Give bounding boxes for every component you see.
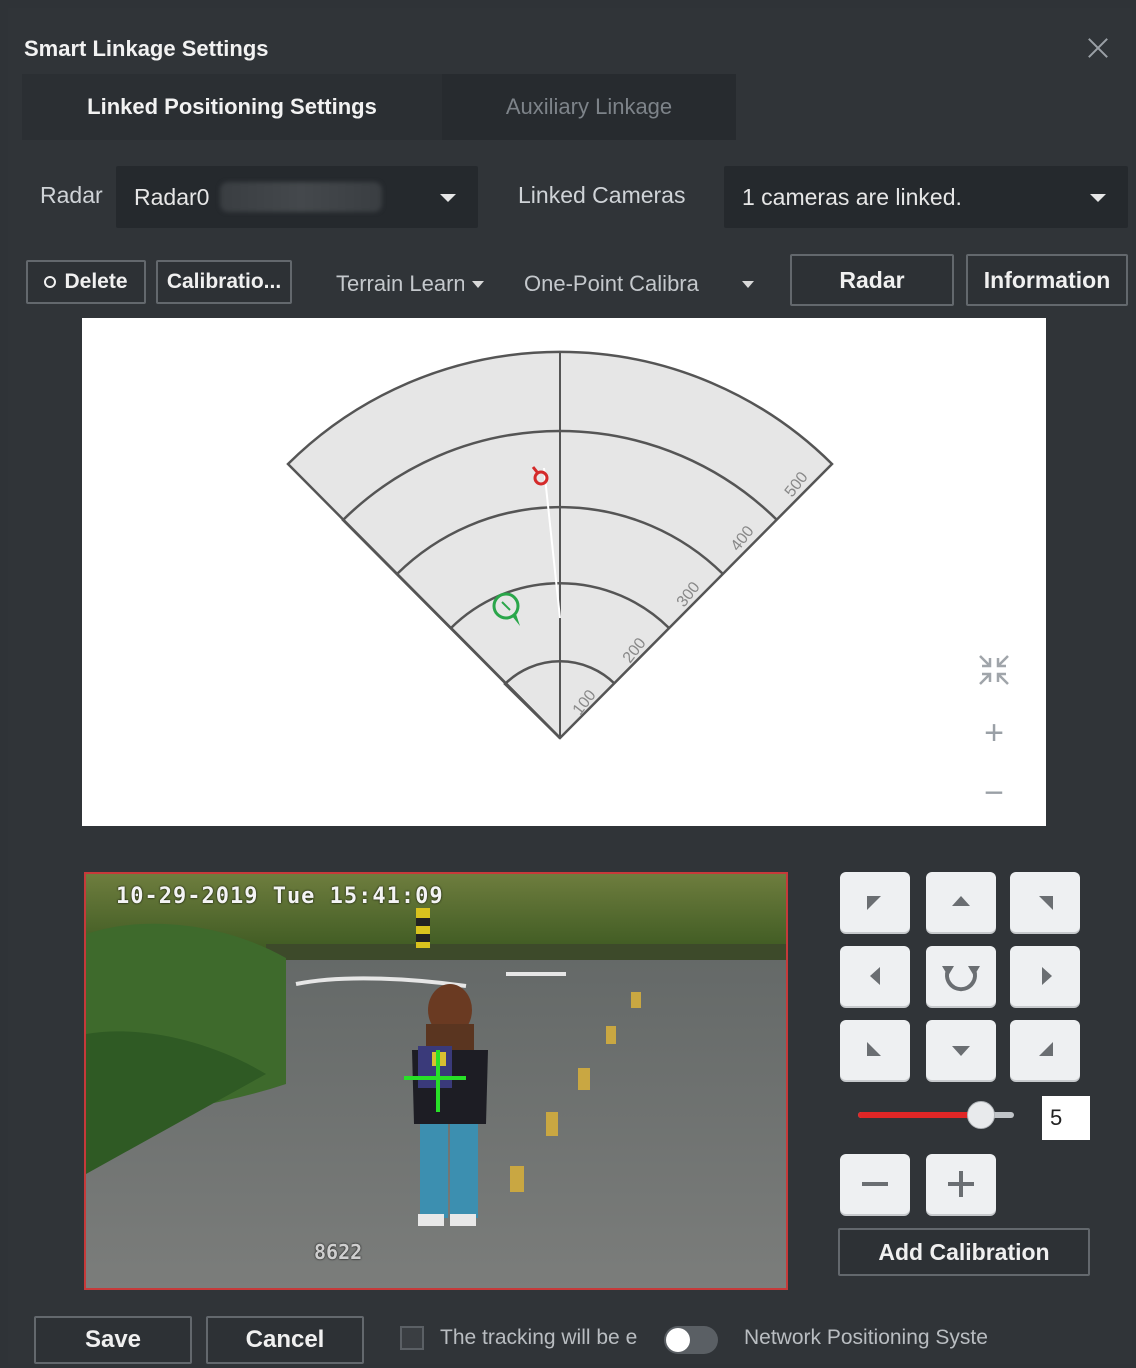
speed-value-field[interactable]: 5 (1042, 1096, 1090, 1140)
information-button[interactable]: Information (966, 254, 1128, 306)
add-calibration-button[interactable]: Add Calibration (838, 1228, 1090, 1276)
ptz-down-left-button[interactable] (840, 1020, 910, 1080)
tracking-label: The tracking will be e (440, 1326, 638, 1349)
smart-linkage-dialog: Smart Linkage Settings Linked Positionin… (8, 8, 1132, 1364)
radar-fan-graphic: 100 200 300 400 500 (286, 350, 834, 740)
slider-fill (858, 1112, 980, 1118)
ptz-up-right-button[interactable] (1010, 872, 1080, 932)
rotate-icon (942, 966, 980, 992)
toggle-knob (666, 1328, 690, 1352)
radar-map[interactable]: 100 200 300 400 500 + − (82, 318, 1046, 826)
linked-cameras-label: Linked Cameras (518, 182, 686, 208)
radar-select[interactable]: Radar0 (116, 166, 478, 228)
arrow-down-icon (952, 1046, 970, 1056)
dialog-title: Smart Linkage Settings (24, 36, 269, 61)
save-button[interactable]: Save (34, 1316, 192, 1364)
arrow-down-left-icon (867, 1042, 881, 1056)
one-point-calibration-dropdown[interactable]: One-Point Calibra (524, 270, 754, 297)
zoom-out-icon[interactable]: − (974, 774, 1014, 813)
camera-scene (86, 874, 786, 1288)
radar-select-value: Radar0 (134, 184, 210, 210)
ptz-up-button[interactable] (926, 872, 996, 932)
arrow-up-left-icon (867, 896, 881, 910)
ptz-right-button[interactable] (1010, 946, 1080, 1006)
live-video-view[interactable]: 10-29-2019 Tue 15:41:09 8622 (84, 872, 788, 1290)
zoom-in-button[interactable] (926, 1154, 996, 1214)
arrow-down-right-icon (1039, 1042, 1053, 1056)
tab-linked-positioning[interactable]: Linked Positioning Settings (22, 74, 442, 140)
radar-label: Radar (40, 182, 103, 208)
zoom-out-button[interactable] (840, 1154, 910, 1214)
chevron-down-icon (742, 280, 754, 288)
network-positioning-toggle[interactable] (664, 1326, 718, 1354)
one-point-calibration-label: One-Point Calibra (524, 271, 699, 297)
linked-cameras-value: 1 cameras are linked. (742, 184, 962, 210)
calibration-button[interactable]: Calibratio... (156, 260, 292, 304)
delete-icon (44, 276, 57, 289)
chevron-down-icon (472, 280, 484, 288)
ptz-auto-scan-button[interactable] (926, 946, 996, 1006)
slider-thumb[interactable] (966, 1101, 995, 1129)
tab-bar: Linked Positioning Settings Auxiliary Li… (22, 74, 736, 140)
plus-icon (948, 1171, 974, 1197)
ptz-down-button[interactable] (926, 1020, 996, 1080)
ptz-down-right-button[interactable] (1010, 1020, 1080, 1080)
ptz-speed-slider[interactable] (858, 1101, 1014, 1129)
cancel-button[interactable]: Cancel (206, 1316, 364, 1364)
close-icon[interactable] (1084, 34, 1112, 62)
arrow-left-icon (870, 967, 880, 985)
linked-cameras-select[interactable]: 1 cameras are linked. (724, 166, 1128, 228)
zoom-in-icon[interactable]: + (974, 714, 1014, 753)
redacted-region (220, 182, 382, 212)
chevron-down-icon (1090, 194, 1106, 202)
chevron-down-icon (440, 194, 456, 202)
arrow-up-icon (952, 896, 970, 906)
video-timestamp: 10-29-2019 Tue 15:41:09 (116, 884, 444, 909)
tracking-checkbox[interactable] (400, 1326, 424, 1350)
minus-icon (862, 1182, 888, 1186)
terrain-learn-label: Terrain Learn (336, 271, 464, 297)
terrain-learn-dropdown[interactable]: Terrain Learn (336, 270, 484, 297)
delete-button[interactable]: Delete (26, 260, 146, 304)
arrow-right-icon (1042, 967, 1052, 985)
video-channel-label: 8622 (314, 1240, 363, 1264)
radar-button[interactable]: Radar (790, 254, 954, 306)
arrow-up-right-icon (1039, 896, 1053, 910)
tab-auxiliary-linkage[interactable]: Auxiliary Linkage (442, 74, 736, 140)
ptz-up-left-button[interactable] (840, 872, 910, 932)
delete-button-label: Delete (64, 270, 128, 293)
ptz-left-button[interactable] (840, 946, 910, 1006)
network-positioning-label: Network Positioning Syste (744, 1326, 988, 1349)
